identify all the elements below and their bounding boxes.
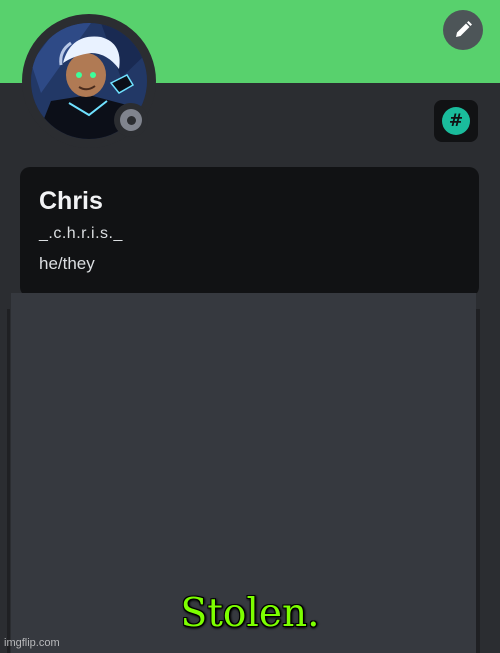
offline-status-icon [120, 109, 142, 131]
edit-profile-button[interactable] [443, 10, 483, 50]
watermark: imgflip.com [4, 637, 60, 649]
profile-badge[interactable]: # [434, 100, 478, 142]
status-indicator [114, 103, 148, 137]
pencil-icon [456, 21, 472, 37]
hashtag-icon: # [442, 107, 470, 135]
pronouns: he/they [39, 254, 95, 273]
username: _.c.h.r.i.s._ [39, 225, 123, 242]
profile-info-card: Chris _.c.h.r.i.s._ he/they [20, 167, 479, 297]
display-name: Chris [39, 187, 103, 215]
meme-caption: Stolen. [180, 591, 320, 636]
